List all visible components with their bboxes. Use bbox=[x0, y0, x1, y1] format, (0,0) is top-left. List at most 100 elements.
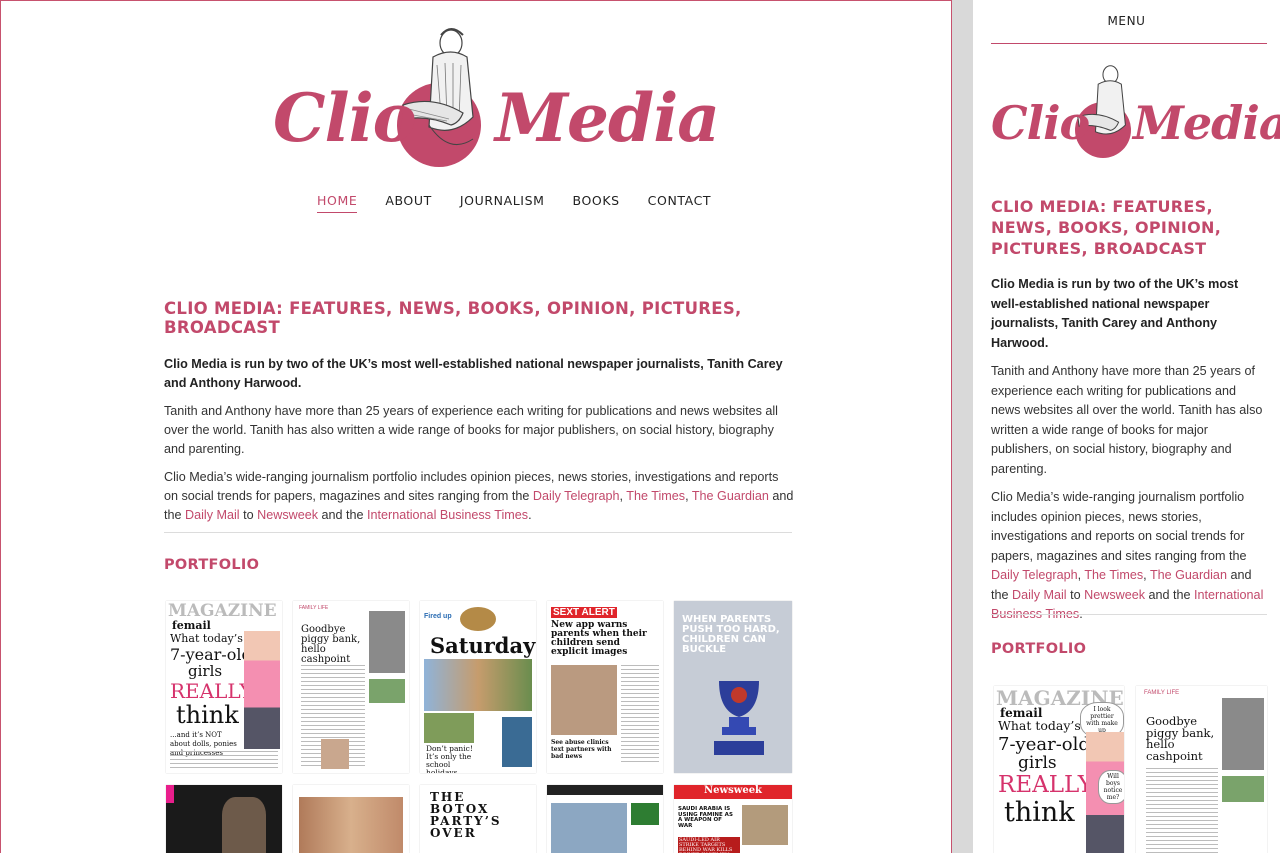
desktop-page: Clio Media HOME ABOUT JOURNALISM BOOKS C… bbox=[0, 0, 952, 853]
divider bbox=[164, 532, 792, 533]
thumb-line3: girls bbox=[188, 662, 223, 680]
para-text: , bbox=[1143, 568, 1150, 582]
portfolio-thumb-sext-alert[interactable]: SEXT ALERT New app warns parents when th… bbox=[547, 601, 663, 773]
portfolio-heading: PORTFOLIO bbox=[991, 641, 1087, 657]
portfolio-thumb-parents[interactable]: WHEN PARENTS PUSH TOO HARD, CHILDREN CAN… bbox=[674, 601, 792, 773]
thumb-line4: REALLY bbox=[170, 679, 253, 703]
intro-paragraph: Clio Media is run by two of the UK’s mos… bbox=[991, 277, 1239, 350]
thumb-header-bar bbox=[547, 785, 663, 795]
page-heading: CLIO MEDIA: FEATURES, NEWS, BOOKS, OPINI… bbox=[991, 197, 1222, 258]
thumb-photo-2 bbox=[369, 679, 405, 703]
portfolio-paragraph: Clio Media’s wide-ranging journalism por… bbox=[164, 468, 794, 525]
para-text: and the bbox=[1145, 587, 1195, 602]
para-text: to bbox=[1066, 587, 1085, 602]
nav-journalism[interactable]: JOURNALISM bbox=[460, 193, 545, 213]
mobile-thumb-femail[interactable]: MAGAZINE femail What today’s 7-year-old … bbox=[994, 686, 1124, 853]
link-newsweek[interactable]: Newsweek bbox=[1084, 588, 1145, 602]
thumb-girl-photo bbox=[244, 631, 280, 749]
experience-paragraph: Tanith and Anthony have more than 25 yea… bbox=[991, 364, 1263, 476]
thumb-mast: Newsweek bbox=[674, 785, 792, 799]
nav-about[interactable]: ABOUT bbox=[385, 193, 432, 213]
link-the-guardian[interactable]: The Guardian bbox=[1150, 568, 1227, 582]
thumb-title: Goodbye piggy bank, hello cashpoint bbox=[301, 624, 361, 665]
para-text: Clio Media’s wide-ranging journalism por… bbox=[991, 490, 1247, 563]
para-text: and the bbox=[318, 508, 368, 522]
thumb-mag-title: MAGAZINE bbox=[168, 601, 277, 621]
thumb-photo-3 bbox=[321, 739, 349, 769]
thumb-line2: 7-year-old bbox=[998, 734, 1090, 755]
thumb-kids-photo bbox=[424, 659, 532, 711]
logo-text-media: Media bbox=[1133, 96, 1280, 150]
para-text: . bbox=[528, 508, 532, 522]
link-daily-telegraph[interactable]: Daily Telegraph bbox=[991, 568, 1078, 582]
thumb-title: THE BOTOX PARTY’S OVER bbox=[430, 790, 502, 840]
link-the-guardian[interactable]: The Guardian bbox=[692, 489, 769, 503]
thumb-photo bbox=[222, 797, 266, 853]
thumb-line5: think bbox=[1004, 797, 1075, 828]
thumb-photo bbox=[1222, 698, 1264, 770]
thumb-sub: See abuse clinics text partners with bad… bbox=[551, 739, 612, 760]
link-ibt[interactable]: International Business Times bbox=[367, 508, 528, 522]
thumb-line5: think bbox=[176, 701, 239, 729]
thumb-line4: REALLY bbox=[998, 772, 1093, 798]
portfolio-heading: PORTFOLIO bbox=[164, 557, 260, 573]
thumb-title: Goodbye piggy bank, hello cashpoint bbox=[1146, 714, 1215, 763]
thumb-photo bbox=[551, 665, 617, 735]
thumb-tag: FAMILY LIFE bbox=[299, 605, 329, 611]
thumb-photo bbox=[299, 797, 403, 853]
nav-books[interactable]: BOOKS bbox=[573, 193, 620, 213]
thumb-bubble-2: Will boys notice me? bbox=[1098, 770, 1124, 804]
para-text: to bbox=[239, 508, 258, 522]
thumb-photo-2 bbox=[631, 803, 659, 825]
main-nav: HOME ABOUT JOURNALISM BOOKS CONTACT bbox=[317, 193, 711, 213]
logo-text-clio: Clio bbox=[991, 96, 1090, 150]
site-logo[interactable]: Clio Media bbox=[273, 25, 720, 170]
link-daily-mail[interactable]: Daily Mail bbox=[1012, 588, 1067, 602]
thumb-line1: What today’s bbox=[170, 632, 243, 645]
thumb-photo-3 bbox=[502, 717, 532, 767]
thumb-food-photo bbox=[460, 607, 496, 631]
logo-text-media: Media bbox=[495, 79, 720, 157]
portfolio-thumb-girls[interactable] bbox=[293, 785, 409, 853]
portfolio-thumb-ibt[interactable] bbox=[547, 785, 663, 853]
thumb-photo bbox=[551, 803, 627, 853]
page-heading: CLIO MEDIA: FEATURES, NEWS, BOOKS, OPINI… bbox=[164, 299, 742, 337]
portfolio-paragraph: Clio Media’s wide-ranging journalism por… bbox=[991, 488, 1267, 625]
portfolio-thumb-saturday[interactable]: Fired up Saturday Don’t panic! It’s only… bbox=[420, 601, 536, 773]
main-content: CLIO MEDIA: FEATURES, NEWS, BOOKS, OPINI… bbox=[164, 299, 794, 534]
thumb-photo bbox=[742, 805, 788, 845]
portfolio-thumb-newsweek[interactable]: Newsweek SAUDI ARABIA IS USING FAMINE AS… bbox=[674, 785, 792, 853]
thumb-line1: What today’s bbox=[998, 718, 1081, 733]
thumb-title: SAUDI ARABIA IS USING FAMINE AS A WEAPON… bbox=[678, 806, 733, 829]
mobile-site-logo[interactable]: Clio Media bbox=[991, 62, 1280, 162]
portfolio-thumb-dark[interactable] bbox=[166, 785, 282, 853]
nav-home[interactable]: HOME bbox=[317, 193, 358, 213]
divider bbox=[991, 614, 1267, 615]
thumb-photo bbox=[369, 611, 405, 673]
thumb-brand: femail bbox=[172, 619, 211, 632]
link-daily-telegraph[interactable]: Daily Telegraph bbox=[533, 489, 620, 503]
portfolio-thumb-botox[interactable]: THE BOTOX PARTY’S OVER bbox=[420, 785, 536, 853]
menu-divider bbox=[991, 43, 1267, 44]
mobile-main-content: CLIO MEDIA: FEATURES, NEWS, BOOKS, OPINI… bbox=[991, 196, 1267, 634]
thumb-line3: girls bbox=[1018, 753, 1057, 773]
thumb-photo-2 bbox=[424, 713, 474, 743]
thumb-text-lines bbox=[1146, 768, 1218, 853]
link-newsweek[interactable]: Newsweek bbox=[257, 508, 318, 522]
para-text: , bbox=[685, 489, 692, 503]
thumb-sub: SAUDI-LED AIR STRIKE TARGETS BEHIND WAR … bbox=[678, 837, 740, 853]
trophy-illustration-icon bbox=[714, 681, 764, 755]
portfolio-thumb-femail[interactable]: MAGAZINE femail What today’s 7-year-old … bbox=[166, 601, 282, 773]
portfolio-thumb-piggy-bank[interactable]: FAMILY LIFE Goodbye piggy bank, hello ca… bbox=[293, 601, 409, 773]
thumb-title: New app warns parents when their childre… bbox=[551, 620, 647, 657]
mobile-thumb-piggy-bank[interactable]: FAMILY LIFE Goodbye piggy bank, hello ca… bbox=[1136, 686, 1267, 853]
link-the-times[interactable]: The Times bbox=[626, 489, 685, 503]
nav-contact[interactable]: CONTACT bbox=[648, 193, 711, 213]
thumb-tag: FAMILY LIFE bbox=[1144, 690, 1180, 696]
link-the-times[interactable]: The Times bbox=[1084, 568, 1143, 582]
menu-button[interactable]: MENU bbox=[973, 14, 1280, 28]
link-daily-mail[interactable]: Daily Mail bbox=[185, 508, 240, 522]
thumb-kicker: Fired up bbox=[424, 613, 452, 620]
thumb-text-lines bbox=[170, 751, 278, 771]
thumb-photo-2 bbox=[1222, 776, 1264, 802]
